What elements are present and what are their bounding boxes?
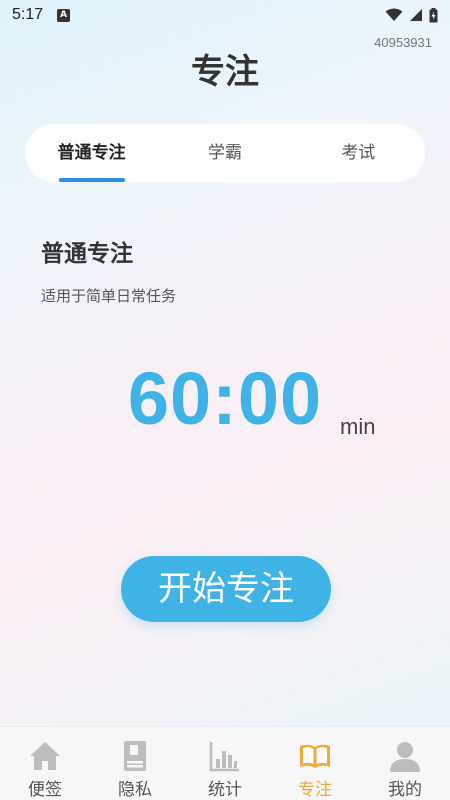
app-notification-icon: A bbox=[57, 8, 71, 22]
mode-description: 适用于简单日常任务 bbox=[41, 287, 177, 305]
nav-item-stats[interactable]: 统计 bbox=[180, 727, 270, 800]
tab-active-indicator bbox=[59, 178, 125, 182]
page-title: 专注 bbox=[191, 52, 259, 92]
nav-item-focus[interactable]: 专注 bbox=[270, 727, 360, 800]
nav-label: 专注 bbox=[298, 780, 332, 800]
bottom-nav: 便签 隐私 统计 专注 我的 bbox=[0, 726, 450, 800]
nav-label: 统计 bbox=[208, 780, 242, 800]
tab-normal-focus[interactable]: 普通专注 bbox=[25, 124, 158, 182]
signal-icon bbox=[410, 9, 422, 21]
battery-icon bbox=[429, 7, 438, 22]
status-bar: 5:17 A bbox=[0, 0, 450, 30]
home-icon bbox=[30, 742, 60, 770]
nav-item-privacy[interactable]: 隐私 bbox=[90, 727, 180, 800]
open-book-icon bbox=[300, 744, 330, 768]
user-id: 40953931 bbox=[374, 35, 432, 50]
status-time: 5:17 bbox=[12, 6, 44, 23]
nav-item-notes[interactable]: 便签 bbox=[0, 727, 90, 800]
mode-title: 普通专注 bbox=[41, 241, 133, 267]
bar-chart-icon bbox=[209, 742, 239, 772]
timer-unit: min bbox=[340, 414, 376, 439]
nav-label: 我的 bbox=[388, 780, 422, 800]
tab-label: 学霸 bbox=[207, 143, 242, 163]
nav-item-mine[interactable]: 我的 bbox=[360, 727, 450, 800]
nav-label: 隐私 bbox=[118, 780, 152, 800]
timer-value[interactable]: 60:00 bbox=[128, 356, 322, 441]
lock-book-icon bbox=[124, 741, 146, 771]
timer[interactable]: 60:00 bbox=[0, 356, 450, 441]
tab-xueba[interactable]: 学霸 bbox=[158, 124, 291, 182]
nav-label: 便签 bbox=[28, 780, 62, 800]
tab-label: 考试 bbox=[341, 143, 376, 163]
focus-mode-tabs: 普通专注 学霸 考试 bbox=[25, 124, 425, 182]
tab-exam[interactable]: 考试 bbox=[292, 124, 425, 182]
start-focus-button[interactable]: 开始专注 bbox=[121, 556, 331, 622]
person-icon bbox=[390, 742, 420, 772]
tab-label: 普通专注 bbox=[57, 143, 126, 163]
wifi-icon bbox=[385, 8, 403, 21]
status-indicators bbox=[385, 7, 438, 23]
